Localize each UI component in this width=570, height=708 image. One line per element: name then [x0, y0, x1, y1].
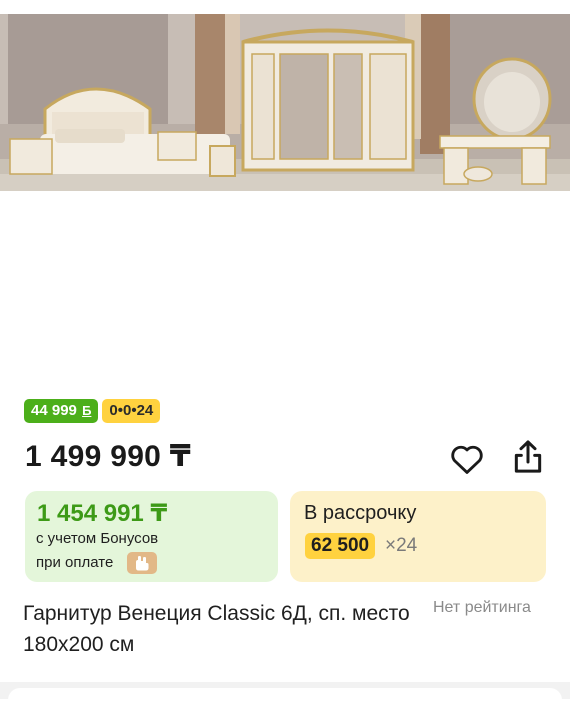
product-title[interactable]: Гарнитур Венеция Classic 6Д, сп. место 1… [23, 598, 413, 660]
bonus-badge-amount: 44 999 [31, 402, 77, 419]
heart-icon [451, 445, 483, 474]
installment-months: ×24 [385, 535, 418, 556]
installment-monthly-amount: 62 500 [305, 533, 376, 559]
bonus-price: 1 454 991 ₸ [37, 500, 168, 527]
product-price: 1 499 990 ₸ [25, 440, 191, 473]
bonus-note-line1: с учетом Бонусов [36, 530, 159, 547]
promo-badges: 44 999 Б 0•0•24 [24, 399, 161, 423]
share-button[interactable] [508, 437, 548, 477]
favorite-button[interactable] [448, 440, 486, 478]
bonus-currency: Б [82, 403, 92, 418]
product-image[interactable] [0, 14, 570, 191]
rating-status: Нет рейтинга [433, 599, 531, 616]
product-card: 44 999 Б 0•0•24 1 499 990 ₸ 1 454 991 ₸ … [0, 0, 570, 700]
next-card-edge [8, 688, 562, 708]
bonus-badge: 44 999 Б [24, 399, 99, 423]
installment-badge: 0•0•24 [102, 399, 161, 423]
bonus-price-panel[interactable]: 1 454 991 ₸ с учетом Бонусов при оплате [25, 491, 278, 582]
installment-label: В рассрочку [304, 502, 417, 524]
installment-panel[interactable]: В рассрочку 62 500 ×24 [290, 491, 546, 582]
bonus-note-line2: при оплате [36, 554, 114, 571]
hand-payment-icon [127, 552, 157, 574]
share-icon [514, 440, 542, 473]
